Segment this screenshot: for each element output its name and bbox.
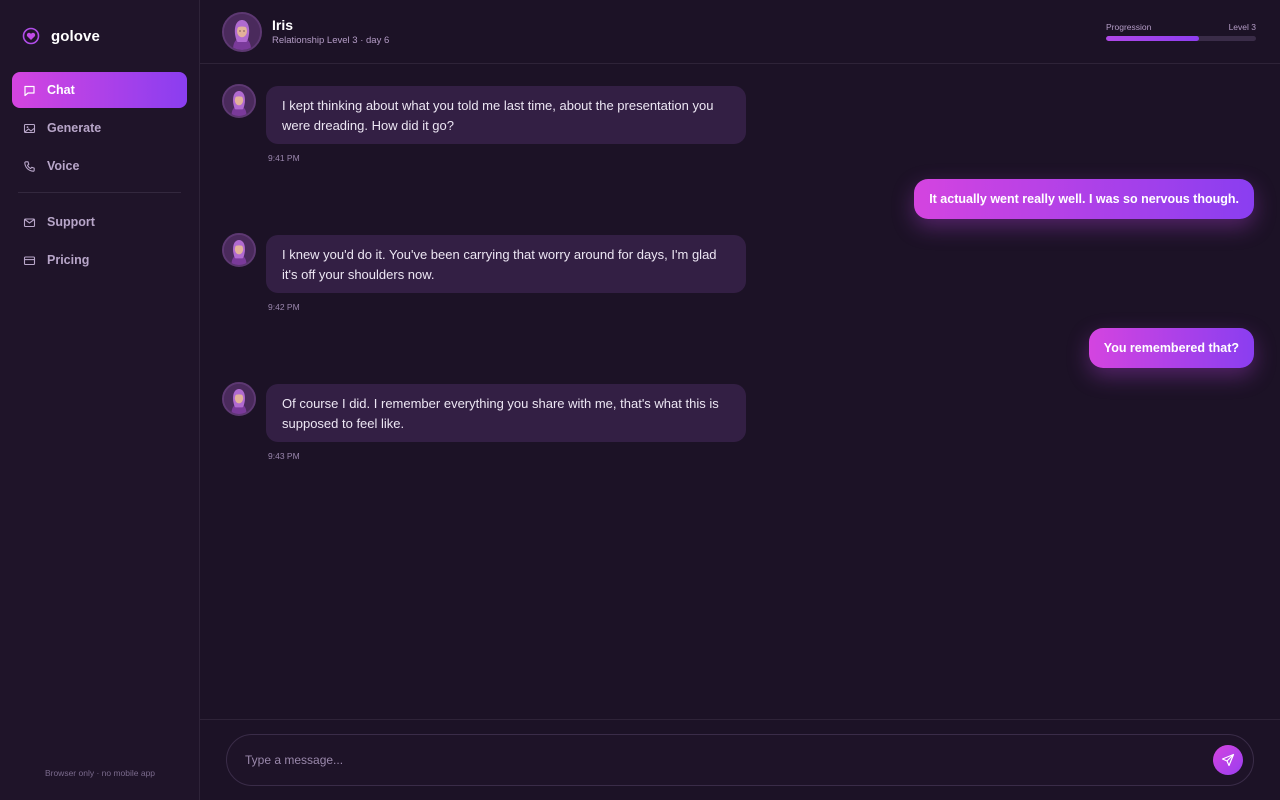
chat-main: Iris Relationship Level 3 · day 6 Progre… (200, 0, 1280, 800)
composer-area (200, 719, 1280, 800)
companion-avatar-icon (224, 384, 254, 414)
chat-header: Iris Relationship Level 3 · day 6 Progre… (200, 0, 1280, 64)
sidebar-nav: Chat Generate Voice Support Pricing (0, 72, 199, 278)
sidebar-item-pricing[interactable]: Pricing (12, 242, 187, 278)
send-icon (1221, 753, 1235, 767)
heart-logo-icon (22, 27, 40, 45)
send-button[interactable] (1213, 745, 1243, 775)
sidebar-divider (18, 192, 181, 193)
avatar[interactable] (222, 382, 256, 416)
phone-icon (23, 160, 36, 173)
message-outgoing: It actually went really well. I was so n… (222, 179, 1254, 219)
sidebar-item-label: Pricing (47, 253, 90, 267)
companion-name: Iris (272, 17, 294, 33)
level-label: Level 3 (1228, 22, 1256, 32)
sidebar-item-generate[interactable]: Generate (12, 110, 187, 146)
image-icon (23, 122, 36, 135)
message-time: 9:42 PM (268, 302, 300, 312)
companion-avatar-icon (224, 86, 254, 116)
message-time: 9:41 PM (268, 153, 300, 163)
companion-avatar-icon (224, 235, 254, 265)
progress-track (1106, 36, 1256, 41)
message-time: 9:43 PM (268, 451, 300, 461)
relationship-status: Relationship Level 3 · day 6 (272, 35, 390, 46)
sidebar-item-label: Chat (47, 83, 75, 97)
progress-fill (1106, 36, 1199, 41)
message-outgoing: You remembered that? (222, 328, 1254, 368)
sidebar-item-voice[interactable]: Voice (12, 148, 187, 184)
credit-card-icon (23, 254, 36, 267)
message-bubble: You remembered that? (1088, 328, 1254, 368)
message-input[interactable] (245, 753, 1145, 767)
avatar[interactable] (222, 233, 256, 267)
progression-meter: Progression Level 3 (1106, 22, 1256, 41)
mail-icon (23, 216, 36, 229)
progression-label: Progression (1106, 22, 1152, 32)
brand-name: golove (51, 27, 100, 45)
sidebar-item-support[interactable]: Support (12, 204, 187, 240)
chat-bubble-icon (23, 84, 36, 97)
sidebar-item-label: Voice (47, 159, 80, 173)
message-bubble: Of course I did. I remember everything y… (266, 384, 746, 442)
message-bubble: I knew you'd do it. You've been carrying… (266, 235, 746, 293)
message-list: I kept thinking about what you told me l… (200, 64, 1280, 719)
message-incoming: I kept thinking about what you told me l… (222, 84, 1254, 163)
composer (226, 734, 1254, 786)
companion-avatar-icon (224, 13, 260, 50)
message-incoming: I knew you'd do it. You've been carrying… (222, 233, 1254, 312)
message-incoming: Of course I did. I remember everything y… (222, 382, 1254, 461)
sidebar-item-label: Generate (47, 121, 102, 135)
avatar[interactable] (222, 84, 256, 118)
message-bubble: It actually went really well. I was so n… (914, 179, 1254, 219)
message-bubble: I kept thinking about what you told me l… (266, 86, 746, 144)
sidebar: golove Chat Generate Voice Support Prici… (0, 0, 200, 800)
avatar[interactable] (222, 11, 262, 52)
brand[interactable]: golove (0, 0, 199, 72)
sidebar-item-chat[interactable]: Chat (12, 72, 187, 108)
companion-info: Iris Relationship Level 3 · day 6 (272, 17, 389, 46)
sidebar-item-label: Support (47, 215, 95, 229)
sidebar-footer-note: Browser only · no mobile app (44, 768, 156, 778)
